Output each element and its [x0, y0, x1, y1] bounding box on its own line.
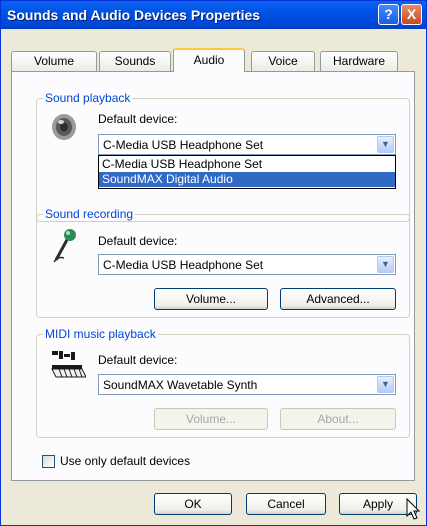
microphone-icon	[53, 229, 76, 263]
midi-default-device-label: Default device:	[98, 353, 178, 367]
chevron-down-icon[interactable]: ▼	[377, 136, 394, 153]
playback-default-device-label: Default device:	[98, 112, 178, 126]
midi-device-select[interactable]: SoundMAX Wavetable Synth ▼	[98, 374, 396, 395]
close-button[interactable]: X	[401, 4, 422, 25]
mouse-pointer-icon	[406, 498, 421, 520]
playback-device-select[interactable]: C-Media USB Headphone Set ▼	[98, 134, 396, 155]
recording-selected-value: C-Media USB Headphone Set	[103, 258, 264, 272]
ok-button[interactable]: OK	[154, 493, 232, 515]
tab-sounds[interactable]: Sounds	[99, 51, 171, 71]
use-default-devices-checkbox[interactable]	[42, 455, 55, 468]
sound-recording-legend: Sound recording	[43, 207, 136, 221]
recording-device-select[interactable]: C-Media USB Headphone Set ▼	[98, 254, 396, 275]
tab-hardware[interactable]: Hardware	[320, 51, 398, 71]
midi-keyboard-icon	[51, 351, 86, 378]
playback-selected-value: C-Media USB Headphone Set	[103, 138, 264, 152]
playback-dropdown-list: C-Media USB Headphone Set SoundMAX Digit…	[98, 155, 396, 189]
midi-about-button[interactable]: About...	[280, 408, 396, 430]
use-default-devices-label: Use only default devices	[60, 454, 191, 468]
dialog-window: Sounds and Audio Devices Properties ? X …	[0, 0, 427, 526]
help-button[interactable]: ?	[378, 4, 399, 25]
recording-advanced-button[interactable]: Advanced...	[280, 288, 396, 310]
audio-panel: Sound playback Default device: C-Media U…	[11, 71, 415, 481]
sound-playback-legend: Sound playback	[43, 91, 133, 105]
cancel-button[interactable]: Cancel	[246, 493, 326, 515]
midi-playback-legend: MIDI music playback	[43, 327, 158, 341]
midi-selected-value: SoundMAX Wavetable Synth	[103, 378, 258, 392]
tab-volume[interactable]: Volume	[11, 51, 97, 71]
recording-default-device-label: Default device:	[98, 234, 178, 248]
speaker-icon	[52, 114, 76, 140]
tab-strip: Volume Sounds Audio Voice Hardware	[11, 48, 415, 72]
chevron-down-icon[interactable]: ▼	[377, 256, 394, 273]
dropdown-option[interactable]: C-Media USB Headphone Set	[99, 157, 395, 172]
window-title: Sounds and Audio Devices Properties	[7, 7, 261, 23]
title-bar[interactable]: Sounds and Audio Devices Properties ? X	[1, 1, 426, 29]
dropdown-option-highlighted[interactable]: SoundMAX Digital Audio	[99, 172, 395, 187]
tab-audio[interactable]: Audio	[173, 48, 245, 72]
tab-voice[interactable]: Voice	[251, 51, 315, 71]
recording-volume-button[interactable]: Volume...	[154, 288, 268, 310]
chevron-down-icon[interactable]: ▼	[377, 376, 394, 393]
midi-volume-button[interactable]: Volume...	[154, 408, 268, 430]
